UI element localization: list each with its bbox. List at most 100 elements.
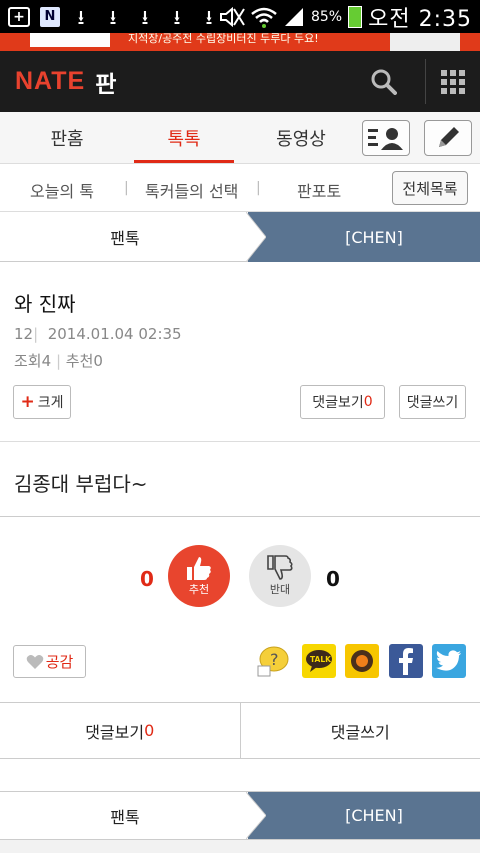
tab-toktok[interactable]: 톡톡 <box>134 112 234 163</box>
thumbs-up-icon <box>187 557 211 580</box>
pann-logo[interactable]: 판 <box>95 65 116 99</box>
oppose-label: 반대 <box>269 583 291 596</box>
comment-bar: 댓글보기 0 댓글쓰기 <box>0 703 480 759</box>
subnav-talker-choice[interactable]: 톡커들의 선택 <box>145 178 238 202</box>
download-icon: ⭳ <box>141 4 149 29</box>
kakaotalk-icon: TALK <box>306 650 332 672</box>
post-meta: 12| 2014.01.04 02:35 <box>14 325 182 343</box>
bottom-fill <box>0 840 480 853</box>
plus-icon: + <box>20 392 35 412</box>
signal-icon <box>284 7 303 26</box>
recommend-button[interactable]: 추천 <box>168 545 230 607</box>
profile-list-icon <box>368 128 403 150</box>
post-header: 와 진짜 12| 2014.01.04 02:35 조회4 | 추천0 + 크게… <box>0 262 480 442</box>
view-comments-tab[interactable]: 댓글보기 0 <box>0 703 240 758</box>
grid-icon <box>441 69 465 94</box>
download-icon: ⭳ <box>205 4 213 29</box>
battery-percent: 85% <box>310 8 343 25</box>
oppose-count: 0 <box>326 567 340 591</box>
thumbs-down-icon <box>267 555 293 580</box>
views-count: 4 <box>41 352 52 370</box>
svg-text:?: ? <box>270 650 279 669</box>
post-datetime: 2014.01.04 02:35 <box>47 325 182 343</box>
vote-area: 0 추천 반대 0 <box>0 517 480 622</box>
view-comments-label: 댓글보기 <box>312 395 364 411</box>
facebook-icon <box>399 648 413 675</box>
share-row: 공감 ? TALK <box>0 622 480 703</box>
download-icon: ⭳ <box>77 4 85 29</box>
pencil-icon <box>439 127 459 147</box>
post-body: 김종대 부럽다~ <box>0 442 480 517</box>
post-stats: 조회4 | 추천0 <box>14 350 103 371</box>
stats-separator: | <box>55 352 61 370</box>
empathy-label: 공감 <box>45 653 74 671</box>
view-comments-count: 0 <box>363 394 373 410</box>
share-kakaostory-button[interactable] <box>345 644 379 678</box>
recommend-count: 0 <box>140 567 154 591</box>
ad-image <box>390 33 460 51</box>
ad-text: 지적장/공주전 수립장비터진 두루다 두요! <box>128 33 319 45</box>
breadcrumb-arrow-icon <box>246 212 266 262</box>
notification-icons: + N ⭳ ⭳ ⭳ ⭳ ⭳ <box>8 4 220 29</box>
view-comments-count: 0 <box>144 721 155 740</box>
breadcrumb: 팬톡 [CHEN] <box>0 212 480 262</box>
share-kakaotalk-button[interactable]: TALK <box>302 644 336 678</box>
post-title: 와 진짜 <box>14 292 76 316</box>
write-comment-tab[interactable]: 댓글쓰기 <box>239 703 480 758</box>
subnav-pann-photo[interactable]: 판포토 <box>297 178 341 202</box>
subnav-today-talk[interactable]: 오늘의 톡 <box>30 178 94 202</box>
write-button[interactable] <box>424 120 472 156</box>
recommend-label: 추천 <box>188 583 210 596</box>
wifi-icon <box>251 7 277 28</box>
ad-image <box>30 33 110 47</box>
recommend-count: 0 <box>93 352 103 370</box>
download-icon: ⭳ <box>173 4 181 29</box>
tab-video[interactable]: 동영상 <box>251 112 351 163</box>
clock: 오전 2:35 <box>368 6 472 32</box>
enlarge-label: 크게 <box>37 395 64 411</box>
kakaotalk-text: TALK <box>310 655 332 664</box>
view-comments-label: 댓글보기 <box>85 722 145 742</box>
battery-icon <box>348 5 363 28</box>
all-list-button[interactable]: 전체목록 <box>392 171 468 205</box>
menu-button[interactable] <box>426 51 480 112</box>
kakaostory-icon <box>351 650 373 672</box>
empathy-button[interactable]: 공감 <box>13 645 86 678</box>
profile-button[interactable] <box>362 120 410 156</box>
breadcrumb-chen[interactable]: [CHEN] <box>248 212 480 262</box>
heart-icon <box>26 654 43 669</box>
write-comment-button[interactable]: 댓글쓰기 <box>399 385 466 419</box>
twitter-icon <box>436 650 461 671</box>
share-me2day-button[interactable]: ? <box>256 644 290 678</box>
search-icon <box>371 69 397 95</box>
footer-breadcrumb: 팬톡 [CHEN] <box>0 791 480 840</box>
meta-separator: | <box>33 325 39 343</box>
n-app-icon: N <box>40 6 60 27</box>
status-right: 85% 오전 2:35 <box>219 0 472 33</box>
download-icon: ⭳ <box>109 4 117 29</box>
main-tabs: 판홈 톡톡 동영상 <box>0 112 480 164</box>
search-button[interactable] <box>356 51 412 112</box>
oppose-button[interactable]: 반대 <box>249 545 311 607</box>
footer-breadcrumb-chen[interactable]: [CHEN] <box>248 792 480 839</box>
tab-pann-home[interactable]: 판홈 <box>17 112 117 163</box>
mute-icon <box>219 6 245 27</box>
breadcrumb-fantalk[interactable]: 팬톡 <box>0 212 250 262</box>
add-icon: + <box>8 6 30 27</box>
view-comments-button[interactable]: 댓글보기 0 <box>300 385 385 419</box>
recommend-label: 추천 <box>65 352 94 370</box>
post-number: 12 <box>14 325 34 343</box>
nate-logo[interactable]: NATE <box>15 67 85 96</box>
share-twitter-button[interactable] <box>432 644 466 678</box>
subnav-separator: | <box>124 180 129 196</box>
enlarge-button[interactable]: + 크게 <box>13 385 71 419</box>
share-facebook-button[interactable] <box>389 644 423 678</box>
spacer <box>0 759 480 791</box>
ad-banner[interactable]: 지적장/공주전 수립장비터진 두루다 두요! <box>0 33 480 51</box>
breadcrumb-arrow-icon <box>246 792 266 839</box>
subnav-separator: | <box>256 180 261 196</box>
app-header: NATE 판 <box>0 51 480 112</box>
me2day-icon: ? <box>257 646 289 677</box>
post-content: 김종대 부럽다~ <box>14 472 148 496</box>
footer-breadcrumb-fantalk[interactable]: 팬톡 <box>0 792 250 839</box>
